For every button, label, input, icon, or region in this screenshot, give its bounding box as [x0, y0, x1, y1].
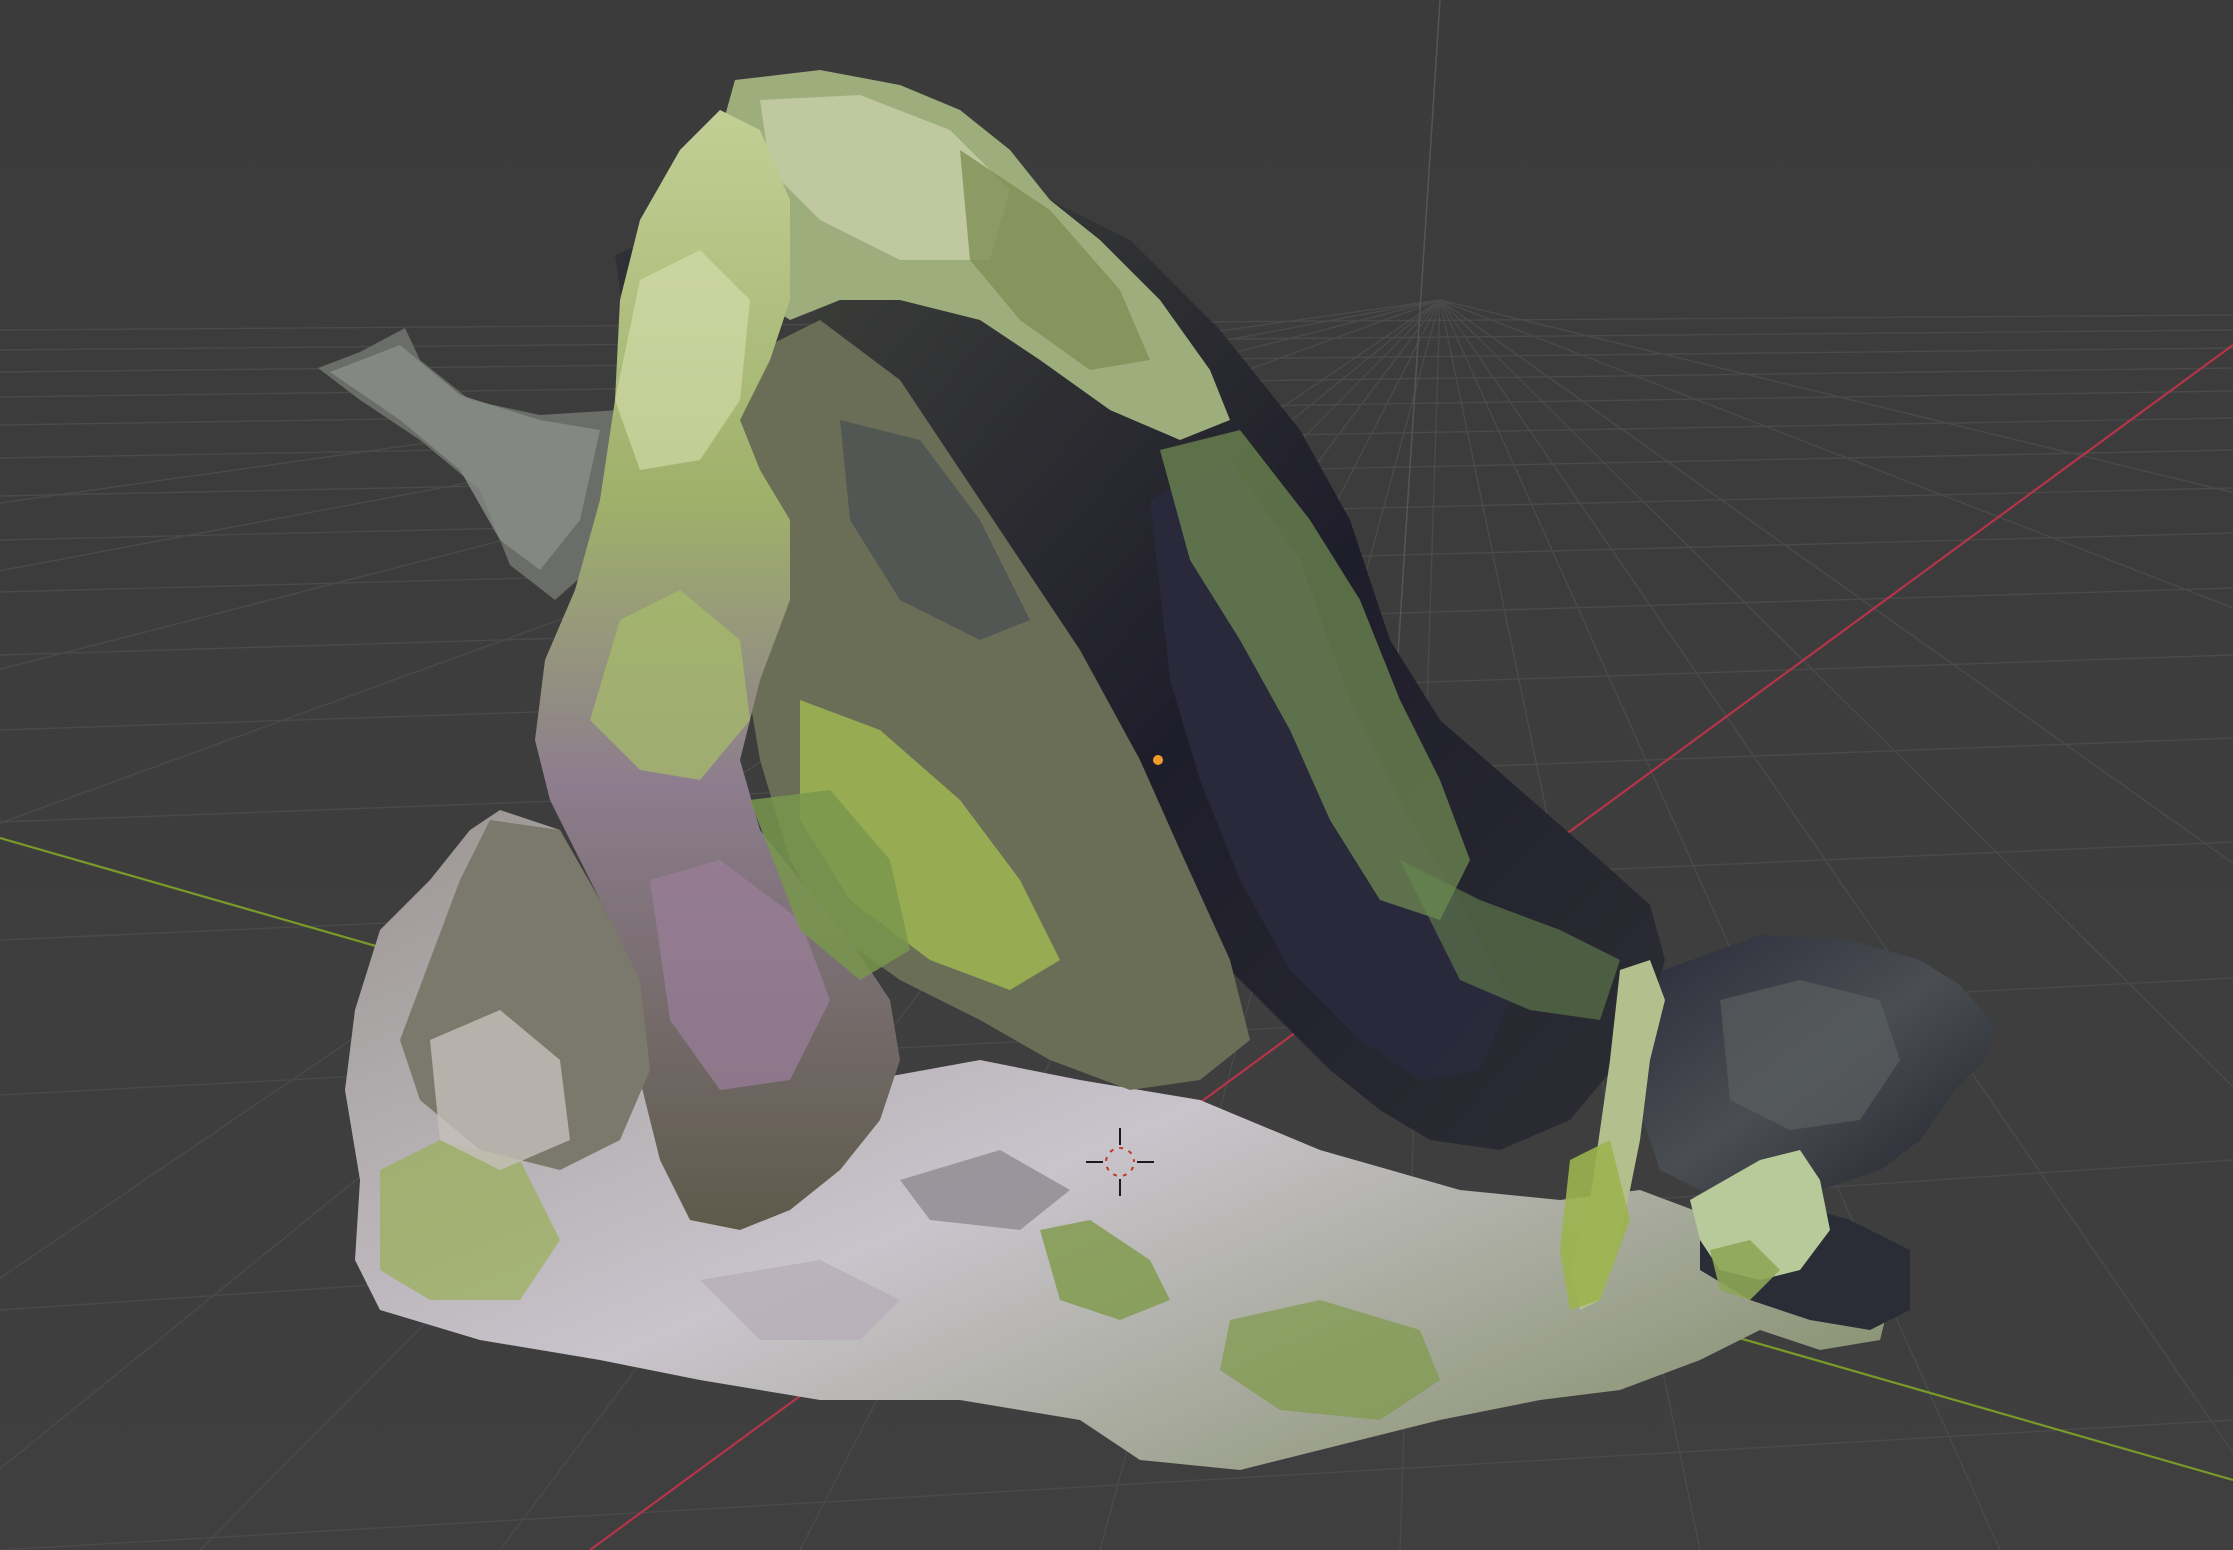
object-origin-marker	[1153, 755, 1163, 765]
3d-viewport[interactable]	[0, 0, 2233, 1550]
viewport-scene	[0, 0, 2233, 1550]
